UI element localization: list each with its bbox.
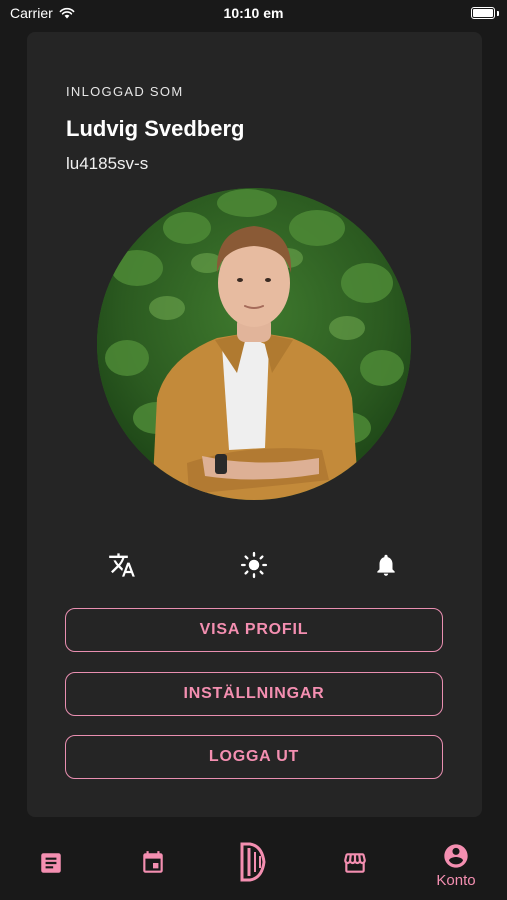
battery-tip: [497, 11, 499, 16]
logo-icon: [240, 842, 266, 882]
user-id: lu4185sv-s: [66, 154, 149, 173]
article-icon: [41, 853, 61, 873]
brightness-icon[interactable]: [239, 550, 269, 580]
tab-news[interactable]: [34, 830, 68, 900]
tab-account[interactable]: Konto: [426, 830, 486, 900]
translate-icon[interactable]: [107, 550, 137, 580]
quick-actions: [27, 550, 482, 580]
status-time: 10:10 em: [223, 5, 284, 21]
store-icon: [344, 853, 366, 873]
battery-icon: [471, 7, 495, 19]
profile-photo: [97, 188, 411, 500]
logged-in-label: INLOGGAD SOM: [66, 84, 184, 99]
logout-button[interactable]: LOGGA UT: [65, 735, 443, 779]
user-name: Ludvig Svedberg: [66, 116, 245, 141]
tab-account-label: Konto: [436, 872, 476, 889]
tab-home[interactable]: [236, 830, 272, 900]
status-bar: Carrier 10:10 em: [0, 0, 507, 26]
calendar-icon: [143, 851, 163, 873]
account-card: INLOGGAD SOM Ludvig Svedberg lu4185sv-s: [27, 32, 482, 817]
bell-icon[interactable]: [371, 550, 401, 580]
settings-button[interactable]: INSTÄLLNINGAR: [65, 672, 443, 716]
tab-calendar[interactable]: [136, 830, 170, 900]
tab-bar: Konto: [0, 830, 507, 900]
view-profile-button[interactable]: VISA PROFIL: [65, 608, 443, 652]
tab-store[interactable]: [338, 830, 372, 900]
account-circle-icon: [444, 844, 468, 868]
